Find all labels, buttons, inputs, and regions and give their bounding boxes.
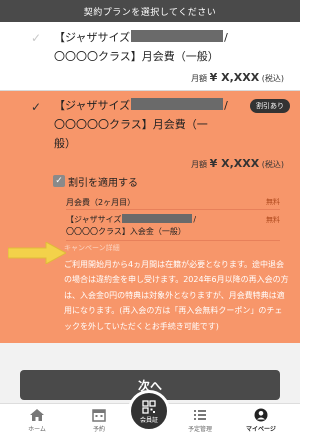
plan-name: 【ジャザサイズ / 〇〇〇〇クラス】月会費（一般） bbox=[54, 30, 228, 63]
tab-member-card[interactable]: 会員証 bbox=[128, 390, 170, 432]
tab-schedule[interactable]: 予定管理 bbox=[175, 408, 225, 433]
tab-mypage[interactable]: マイページ bbox=[236, 408, 286, 433]
page-header: 契約プランを選択してください bbox=[0, 0, 300, 22]
plan-price: 月額 ¥ X,XXX (税込) bbox=[191, 157, 284, 170]
apply-discount-label[interactable]: 割引を適用する bbox=[68, 174, 138, 189]
redacted-text bbox=[131, 30, 224, 42]
campaign-notice: キャンペーン詳細 ご利用開始月から4ヵ月間は在籍が必要となります。途中退会の場合… bbox=[64, 241, 289, 334]
check-icon: ✓ bbox=[31, 100, 42, 114]
notice-title: キャンペーン詳細 bbox=[64, 244, 120, 252]
bottom-tab-bar: ホーム 予約 会員証 予定管理 マイページ bbox=[0, 390, 300, 444]
user-icon bbox=[254, 408, 268, 422]
tab-reserve[interactable]: 予約 bbox=[74, 408, 124, 433]
apply-discount-checkbox[interactable]: ✓ bbox=[53, 175, 65, 187]
home-icon bbox=[30, 409, 44, 421]
discount-row-entry-fee: 【ジャザサイズ / 〇〇〇〇クラス】入会金（一般） 無料 bbox=[66, 214, 280, 236]
plan-price: 月額 ¥ X,XXX (税込) bbox=[191, 71, 284, 84]
plan-name: 【ジャザサイズ / 〇〇〇〇〇クラス】月会費（一 般） bbox=[54, 98, 228, 150]
plan-option-discount[interactable]: ✓ 【ジャザサイズ / 〇〇〇〇〇クラス】月会費（一 般） 割引あり 月額 ¥ X… bbox=[0, 91, 300, 343]
redacted-text bbox=[131, 98, 224, 110]
check-icon: ✓ bbox=[31, 31, 42, 45]
tab-home[interactable]: ホーム bbox=[12, 408, 62, 433]
list-icon bbox=[194, 410, 206, 420]
plan-option-general[interactable]: ✓ 【ジャザサイズ / 〇〇〇〇クラス】月会費（一般） 月額 ¥ X,XXX (税… bbox=[0, 22, 300, 91]
discount-badge: 割引あり bbox=[250, 99, 290, 113]
redacted-text bbox=[122, 214, 193, 223]
calendar-icon bbox=[92, 409, 106, 422]
discount-row-monthly: 月会費（2ヶ月目） 無料 bbox=[66, 198, 280, 207]
arrow-right-icon bbox=[8, 242, 66, 264]
page-title: 契約プランを選択してください bbox=[83, 7, 217, 18]
qr-icon bbox=[142, 400, 156, 414]
notice-body: ご利用開始月から4ヵ月間は在籍が必要となります。途中退会の場合は違約金を申し受け… bbox=[64, 259, 289, 331]
divider bbox=[66, 209, 280, 210]
